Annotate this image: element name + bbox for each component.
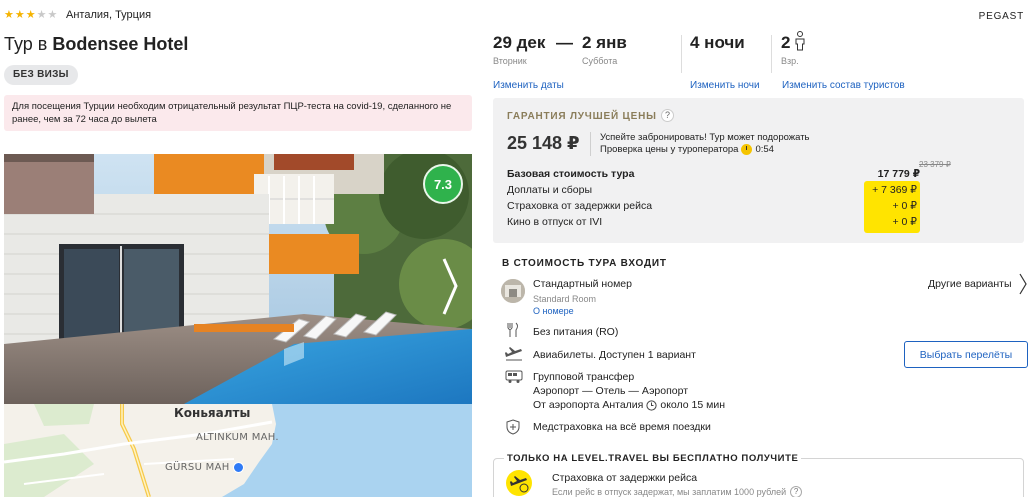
bonus-item-description-row: Если рейс в отпуск задержат, мы заплатим…	[552, 486, 803, 497]
included-section-title: В СТОИМОСТЬ ТУРА ВХОДИТ	[502, 258, 667, 269]
transfer-time: около 15 мин	[660, 399, 726, 411]
page-title: Тур в Bodensee Hotel	[4, 34, 188, 55]
hurry-notice: Успейте забронировать! Тур может подорож…	[600, 132, 810, 143]
plane-icon	[510, 476, 529, 493]
star-empty-icon: ★	[47, 9, 58, 21]
medical-insurance: Медстраховка на всё время поездки	[533, 421, 711, 433]
shield-icon	[506, 419, 520, 435]
room-name: Стандартный номер	[533, 278, 632, 290]
transfer-from: От аэропорта Анталия	[533, 399, 644, 411]
change-nights-link[interactable]: Изменить ночи	[690, 80, 760, 91]
cutlery-icon	[507, 322, 518, 337]
map-city-label: Коньяалты	[174, 406, 251, 420]
tour-page: ★ ★ ★ ★ ★ Анталия, Турция Тур в Bodensee Hot…	[0, 0, 1036, 497]
date-from: 29 дек	[493, 33, 546, 52]
adults-count: 2	[781, 33, 791, 52]
chevron-right-icon[interactable]	[1018, 272, 1028, 296]
help-icon[interactable]: ?	[790, 486, 803, 497]
meals-info: Без питания (RO)	[533, 326, 619, 338]
bonus-item: Страховка от задержки рейса	[552, 472, 698, 484]
map-hotel-pin[interactable]	[233, 462, 244, 473]
delay-insurance-value: + 0 ₽	[892, 200, 918, 212]
map-district-label: GÜRSU MAH	[165, 462, 230, 473]
hotel-photo[interactable]	[4, 154, 472, 404]
choose-flights-button[interactable]: Выбрать перелёты	[904, 341, 1028, 368]
visa-free-badge: БЕЗ ВИЗЫ	[4, 65, 78, 85]
clock-icon	[646, 399, 657, 411]
hotel-rating-badge: 7.3	[423, 164, 463, 204]
date-to-weekday: Суббота	[582, 56, 618, 66]
base-price-label: Базовая стоимость тура	[507, 168, 635, 180]
star-filled-icon: ★	[25, 9, 36, 21]
clock-icon	[741, 144, 753, 155]
star-empty-icon: ★	[36, 9, 47, 21]
nights-count: 4 ночи	[690, 33, 745, 52]
old-price: 23 379 ₽	[919, 160, 951, 169]
person-icon	[795, 31, 805, 51]
cinema-value: + 0 ₽	[892, 216, 918, 228]
change-tourists-link[interactable]: Изменить состав туристов	[782, 80, 905, 91]
gallery-next-button[interactable]	[435, 255, 459, 315]
best-price-guarantee: ГАРАНТИЯ ЛУЧШЕЙ ЦЕНЫ	[507, 111, 657, 122]
delay-insurance-label: Страховка от задержки рейса	[507, 200, 653, 212]
divider	[590, 132, 591, 156]
fees-value: + 7 369 ₽	[872, 184, 917, 196]
date-from-weekday: Вторник	[493, 56, 527, 66]
price-check-timer: 0:54	[755, 144, 774, 155]
change-dates-link[interactable]: Изменить даты	[493, 80, 564, 91]
help-icon[interactable]: ?	[661, 109, 674, 122]
total-price: 25 148 ₽	[507, 133, 580, 153]
adults-label: Взр.	[781, 56, 799, 66]
hotel-stars: ★ ★ ★ ★ ★	[4, 10, 57, 21]
room-name-en: Standard Room	[533, 294, 597, 304]
plane-icon	[505, 347, 522, 361]
title-prefix: Тур в	[4, 34, 53, 54]
about-room-link[interactable]: О номере	[533, 306, 574, 316]
hotel-photo-illustration	[4, 154, 472, 404]
flights-info: Авиабилеты. Доступен 1 вариант	[533, 349, 696, 361]
star-filled-icon: ★	[4, 9, 14, 21]
bus-icon	[505, 370, 523, 383]
bonus-title: ТОЛЬКО НА LEVEL.TRAVEL ВЫ БЕСПЛАТНО ПОЛУ…	[504, 453, 802, 464]
price-check-label: Проверка цены у туроператора	[600, 144, 739, 155]
room-thumbnail[interactable]	[501, 279, 525, 303]
transfer-duration: От аэропорта Анталия около 15 мин	[533, 399, 725, 411]
delay-insurance-icon	[506, 470, 532, 496]
divider	[681, 35, 682, 73]
hotel-location: Анталия, Турция	[66, 9, 152, 21]
bonus-item-description: Если рейс в отпуск задержат, мы заплатим…	[552, 487, 787, 497]
tour-operator: PEGAST	[978, 11, 1024, 22]
other-variants-link[interactable]: Другие варианты	[928, 278, 1012, 290]
hotel-name: Bodensee Hotel	[52, 34, 189, 54]
base-price-value: 17 779 ₽	[877, 168, 920, 180]
room-icon	[501, 279, 525, 303]
covid-notice: Для посещения Турции необходим отрицател…	[4, 95, 472, 131]
fees-label: Доплаты и сборы	[507, 184, 593, 196]
map-district-label: ALTINKUM MAH.	[196, 432, 279, 443]
transfer-route: Аэропорт — Отель — Аэропорт	[533, 385, 689, 397]
divider	[771, 35, 772, 73]
date-to: 2 янв	[582, 33, 627, 52]
star-filled-icon: ★	[14, 9, 25, 21]
cinema-label: Кино в отпуск от IVI	[507, 216, 603, 228]
price-check-status: Проверка цены у туроператора 0:54	[600, 144, 774, 155]
date-dash: —	[556, 33, 573, 52]
transfer-type: Групповой трансфер	[533, 371, 635, 383]
